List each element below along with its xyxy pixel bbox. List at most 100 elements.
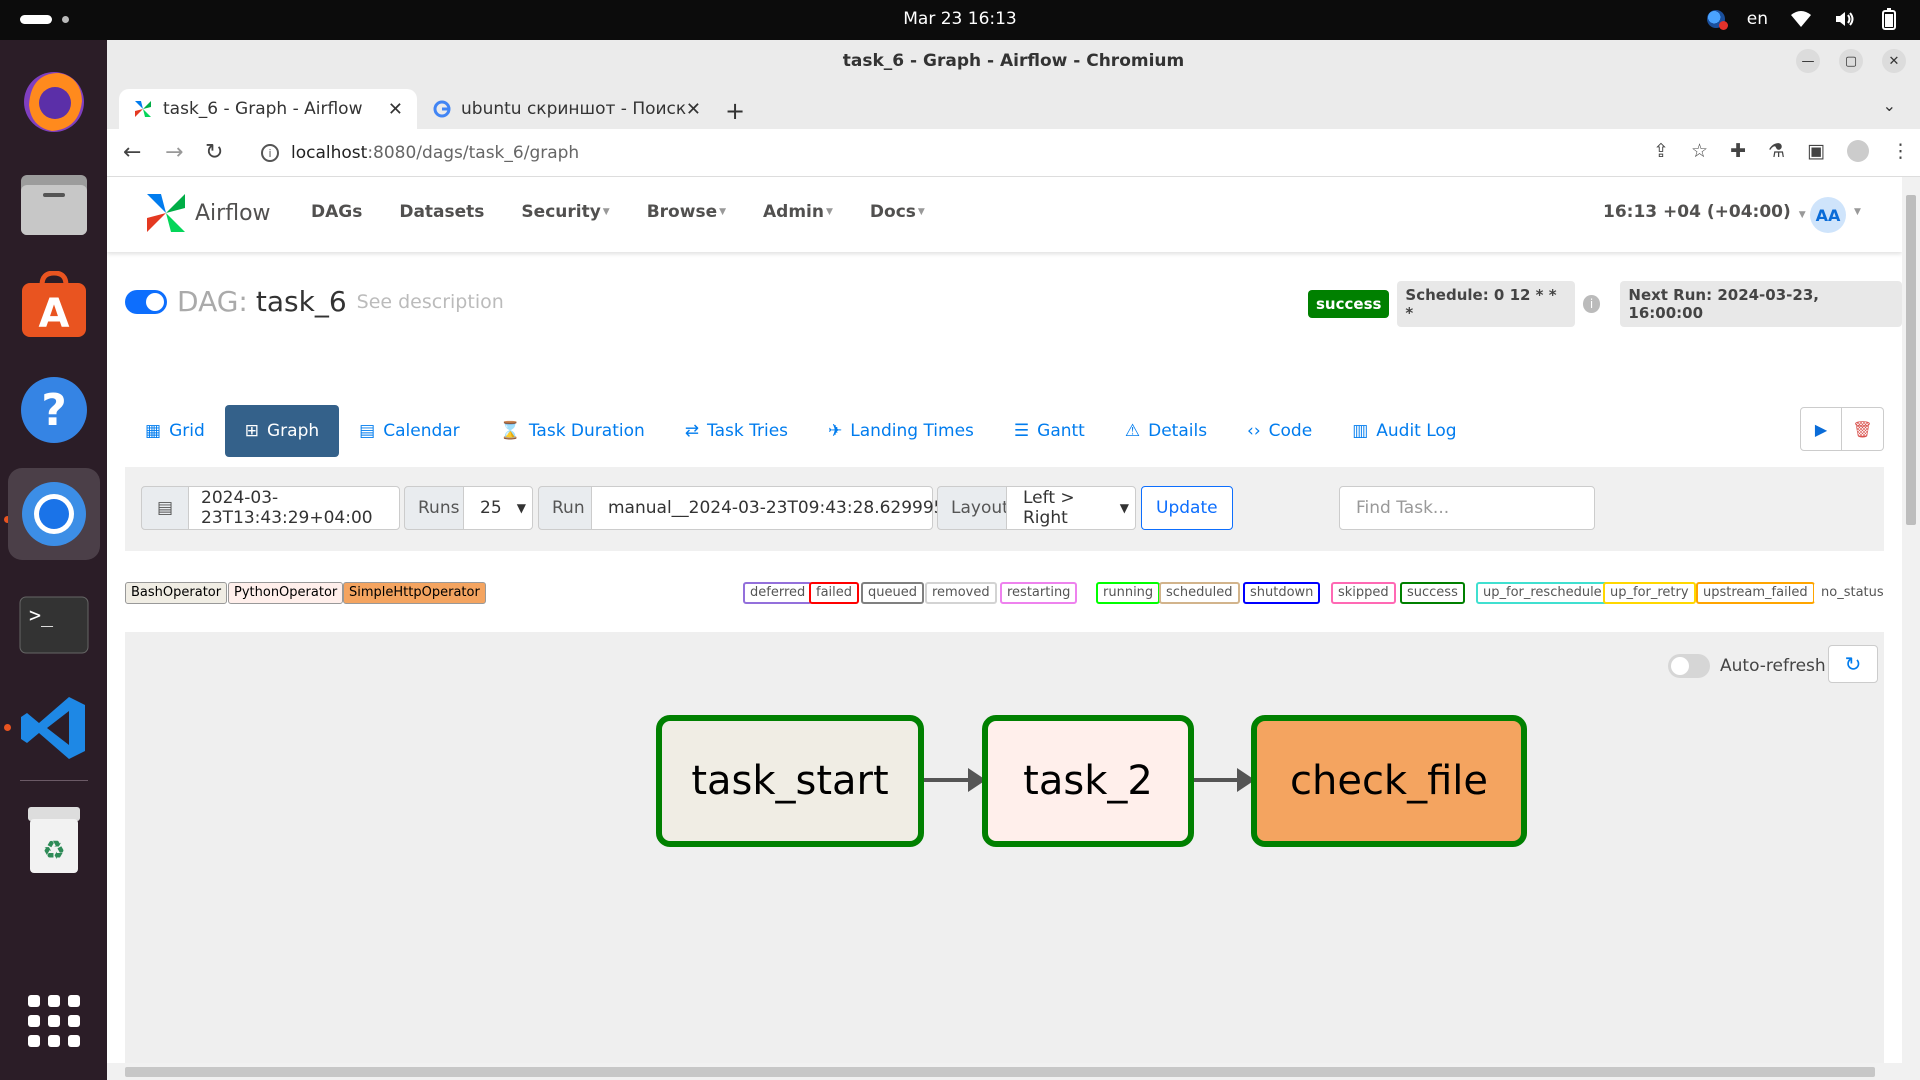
tab-google-search[interactable]: ubuntu скриншот - Поиск ✕ (419, 89, 715, 129)
timezone-clock[interactable]: 16:13 +04 (+04:00) ▼ (1603, 202, 1806, 222)
wifi-icon[interactable] (1790, 8, 1812, 30)
graph-node-task-start[interactable]: task_start (656, 715, 924, 847)
site-info-icon[interactable]: i (261, 144, 279, 162)
state-scheduled[interactable]: scheduled (1159, 582, 1240, 604)
system-clock[interactable]: Mar 23 16:13 (0, 9, 1920, 29)
side-panel-icon[interactable]: ▣ (1807, 140, 1825, 162)
dag-graph-canvas[interactable]: Auto-refresh ↻ task_start task_2 check_f… (125, 632, 1884, 1080)
trigger-dag-button[interactable]: ▶ (1800, 407, 1842, 451)
back-arrow-icon[interactable]: ← (123, 140, 141, 165)
app-center-icon[interactable]: A (14, 265, 94, 345)
reload-icon[interactable]: ↻ (205, 140, 223, 165)
vscode-icon[interactable] (14, 688, 94, 768)
runs-select[interactable]: 25 ▼ (463, 486, 533, 530)
chromium-icon[interactable] (8, 468, 100, 560)
info-icon[interactable]: i (1582, 295, 1601, 313)
menu-datasets[interactable]: Datasets (399, 202, 484, 222)
tab-audit-log[interactable]: ▥ Audit Log (1332, 405, 1476, 457)
run-select[interactable]: manual__2024-03-23T09:43:28.629995+00:00… (591, 486, 1017, 530)
minimize-button[interactable]: — (1796, 49, 1820, 73)
firefox-icon[interactable] (14, 60, 94, 140)
new-tab-button[interactable]: + (725, 97, 745, 125)
labs-flask-icon[interactable]: ⚗ (1768, 140, 1785, 162)
chevron-down-icon[interactable]: ▼ (1854, 207, 1861, 217)
activities-button[interactable] (20, 15, 52, 24)
horizontal-scrollbar[interactable] (107, 1063, 1902, 1080)
user-avatar[interactable]: AA (1810, 197, 1846, 233)
tab-code[interactable]: ‹› Code (1227, 405, 1332, 457)
bookmark-star-icon[interactable]: ☆ (1691, 140, 1708, 162)
chevron-down-icon: ▼ (917, 207, 925, 217)
show-apps-icon[interactable] (28, 995, 80, 1047)
tab-gantt[interactable]: ☰ Gantt (994, 405, 1105, 457)
menu-browse[interactable]: Browse ▼ (647, 202, 726, 222)
state-restarting[interactable]: restarting (1000, 582, 1078, 604)
graph-node-task-2[interactable]: task_2 (982, 715, 1194, 847)
tab-grid[interactable]: ▦ Grid (125, 405, 225, 457)
see-description-link[interactable]: See description (357, 291, 504, 313)
browser-menu-icon[interactable]: ⋮ (1891, 140, 1910, 162)
files-icon[interactable] (14, 165, 94, 245)
state-up-for-reschedule[interactable]: up_for_reschedule (1476, 582, 1609, 604)
battery-icon[interactable] (1878, 8, 1900, 30)
tab-close-icon[interactable]: ✕ (686, 99, 701, 120)
airflow-logo[interactable]: Airflow (143, 190, 271, 236)
refresh-icon[interactable]: ↻ (1828, 645, 1878, 683)
state-skipped[interactable]: skipped (1331, 582, 1396, 604)
profile-icon[interactable] (1847, 140, 1869, 162)
state-success[interactable]: success (1400, 582, 1465, 604)
extensions-puzzle-icon[interactable]: ✚ (1730, 140, 1746, 162)
base-date-input[interactable]: 2024-03-23T13:43:29+04:00 (188, 486, 400, 530)
forward-arrow-icon[interactable]: → (165, 140, 183, 165)
state-upstream-failed[interactable]: upstream_failed (1696, 582, 1815, 604)
menu-admin[interactable]: Admin ▼ (763, 202, 833, 222)
auto-refresh-toggle[interactable] (1668, 654, 1710, 678)
menu-docs[interactable]: Docs ▼ (870, 202, 925, 222)
maximize-button[interactable]: ▢ (1839, 49, 1863, 73)
dag-label: DAG: (177, 285, 248, 318)
update-button[interactable]: Update (1141, 486, 1233, 530)
state-running[interactable]: running (1096, 582, 1161, 604)
dag-pause-toggle[interactable] (125, 289, 167, 314)
state-removed[interactable]: removed (925, 582, 997, 604)
state-shutdown[interactable]: shutdown (1243, 582, 1321, 604)
state-up-for-retry[interactable]: up_for_retry (1603, 582, 1696, 604)
screen-recorder-icon[interactable] (1706, 10, 1728, 30)
tab-task-tries[interactable]: ⇄ Task Tries (665, 405, 808, 457)
tab-search-chevron-icon[interactable]: ⌄ (1883, 96, 1896, 115)
state-no-status[interactable]: no_status (1814, 582, 1891, 604)
layout-select[interactable]: Left > Right ▼ (1006, 486, 1136, 530)
tab-graph[interactable]: ⊞ Graph (224, 405, 340, 457)
volume-icon[interactable] (1834, 8, 1856, 30)
tab-strip: task_6 - Graph - Airflow ✕ ubuntu скринш… (107, 84, 1920, 129)
tab-calendar[interactable]: ▤ Calendar (339, 405, 480, 457)
system-tray[interactable]: en (1706, 8, 1900, 30)
graph-node-check-file[interactable]: check_file (1251, 715, 1527, 847)
vertical-scrollbar[interactable] (1902, 177, 1920, 1080)
address-bar[interactable]: i localhost:8080/dags/task_6/graph (247, 136, 1742, 170)
menu-dags[interactable]: DAGs (311, 202, 362, 222)
help-icon[interactable]: ? (14, 370, 94, 450)
operator-simple-http[interactable]: SimpleHttpOperator (343, 582, 486, 604)
keyboard-language[interactable]: en (1747, 9, 1768, 29)
window-titlebar[interactable]: task_6 - Graph - Airflow - Chromium — ▢ … (107, 40, 1920, 84)
close-window-button[interactable]: ✕ (1882, 49, 1906, 73)
delete-dag-button[interactable]: 🗑 (1842, 407, 1884, 451)
tab-task-duration[interactable]: ⌛ Task Duration (480, 405, 665, 457)
tab-airflow[interactable]: task_6 - Graph - Airflow ✕ (119, 89, 417, 129)
state-failed[interactable]: failed (809, 582, 860, 604)
state-queued[interactable]: queued (861, 582, 924, 604)
menu-security[interactable]: Security ▼ (521, 202, 609, 222)
calendar-picker-icon[interactable]: ▤ (141, 486, 189, 530)
find-task-input[interactable]: Find Task... (1339, 486, 1595, 530)
operator-python[interactable]: PythonOperator (228, 582, 344, 604)
tab-close-icon[interactable]: ✕ (388, 99, 403, 120)
share-icon[interactable]: ⇪ (1653, 140, 1669, 162)
tab-details[interactable]: ⚠ Details (1105, 405, 1227, 457)
terminal-icon[interactable]: >_ (14, 585, 94, 665)
auto-refresh-control[interactable]: Auto-refresh (1668, 654, 1826, 678)
tab-landing-times[interactable]: ✈ Landing Times (808, 405, 994, 457)
state-deferred[interactable]: deferred (743, 582, 813, 604)
trash-icon[interactable]: ♻ (14, 800, 94, 880)
operator-bash[interactable]: BashOperator (125, 582, 228, 604)
